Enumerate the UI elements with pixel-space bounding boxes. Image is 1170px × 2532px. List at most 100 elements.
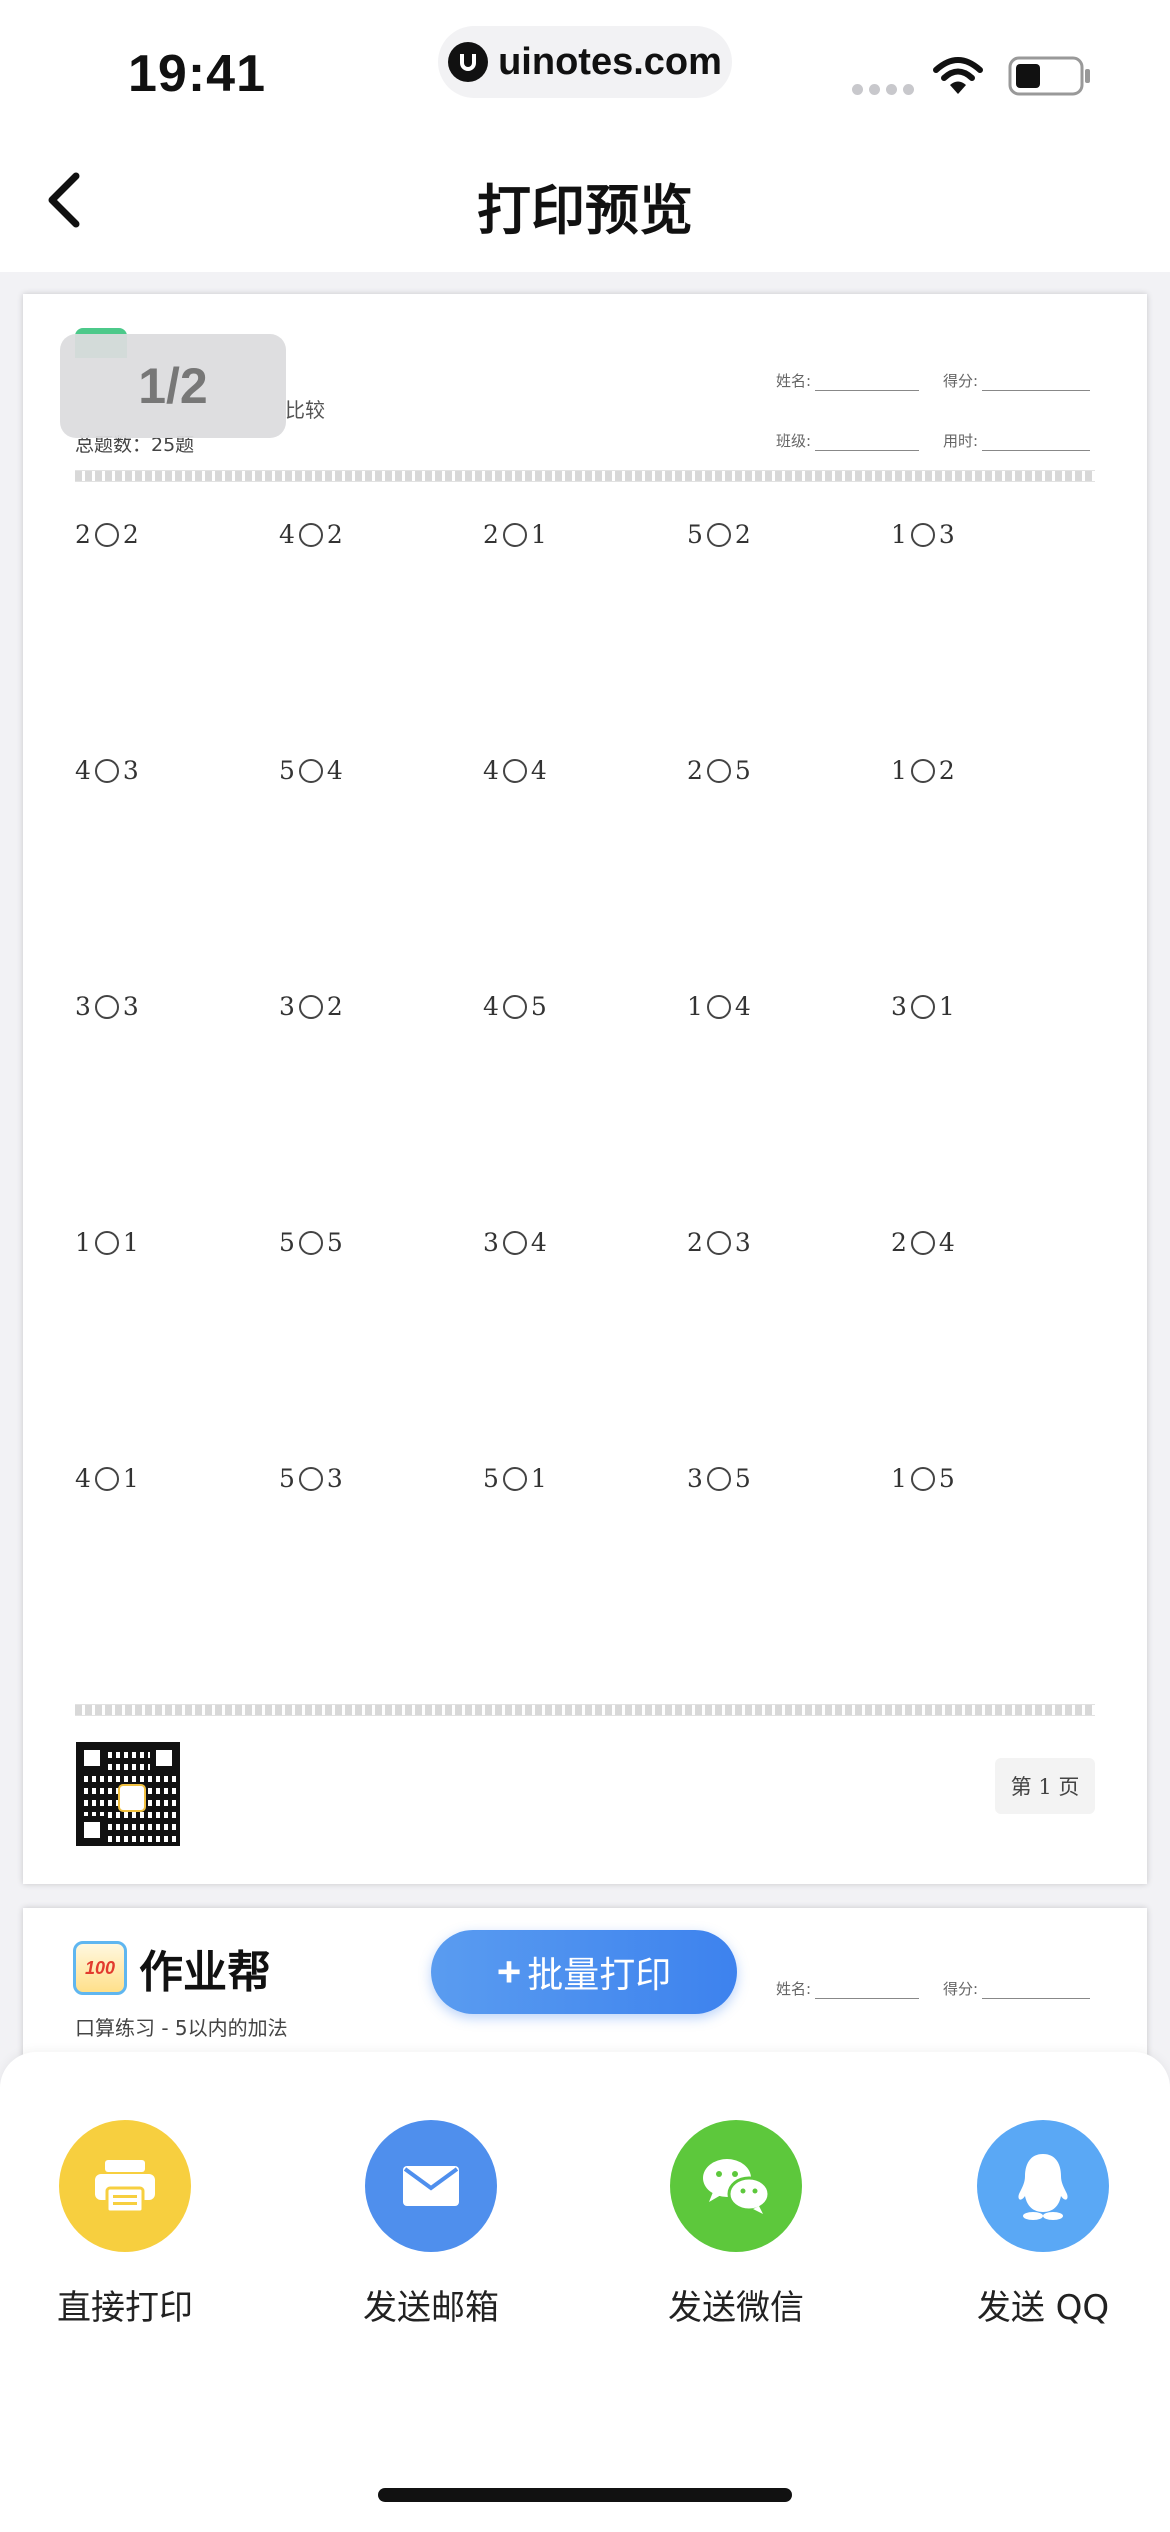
operand-left: 1 — [891, 756, 907, 785]
comparison-problem: 12 — [891, 756, 955, 785]
answer-circle — [94, 758, 119, 783]
sheet2-subtitle: 口算练习 - 5以内的加法 — [75, 2016, 288, 2040]
comparison-problem: 41 — [75, 1464, 139, 1493]
operand-right: 2 — [938, 756, 955, 785]
page-number: 第 1 页 — [995, 1758, 1095, 1814]
operand-left: 5 — [279, 1228, 295, 1257]
comparison-problem: 25 — [687, 756, 751, 785]
comparison-problem: 14 — [687, 992, 751, 1021]
operand-left: 3 — [483, 1228, 499, 1257]
operand-right: 5 — [734, 1464, 751, 1493]
answer-circle — [910, 1466, 935, 1491]
operand-left: 4 — [483, 756, 499, 785]
operand-right: 4 — [938, 1228, 955, 1257]
answer-circle — [502, 758, 527, 783]
comparison-problem: 44 — [483, 756, 547, 785]
operand-right: 3 — [122, 756, 139, 785]
share-label: 发送邮箱 — [363, 2288, 499, 2328]
sheet-subtitle: 比较 — [285, 398, 325, 422]
operand-right: 4 — [530, 1228, 547, 1257]
plus-icon: + — [496, 1948, 522, 1995]
comparison-problem: 34 — [483, 1228, 547, 1257]
printer-icon — [59, 2120, 191, 2252]
site-logo-icon — [448, 42, 489, 82]
operand-right: 4 — [530, 756, 547, 785]
comparison-problem: 53 — [279, 1464, 343, 1493]
share-label: 发送微信 — [668, 2288, 804, 2328]
answer-circle — [502, 994, 527, 1019]
comparison-problem: 55 — [279, 1228, 343, 1257]
answer-circle — [502, 1466, 527, 1491]
comparison-problem: 15 — [891, 1464, 955, 1493]
home-indicator[interactable] — [378, 2488, 792, 2502]
signal-icon — [852, 84, 914, 95]
qr-code — [76, 1742, 180, 1846]
operand-left: 3 — [279, 992, 295, 1021]
answer-circle — [706, 522, 731, 547]
operand-right: 2 — [122, 520, 139, 549]
answer-circle — [502, 1230, 527, 1255]
wechat-icon — [670, 2120, 802, 2252]
operand-left: 2 — [687, 756, 703, 785]
brand-logo-icon: 100 — [73, 1941, 127, 1995]
answer-circle — [94, 994, 119, 1019]
operand-right: 4 — [734, 992, 751, 1021]
share-qq[interactable]: 发送 QQ — [933, 2120, 1153, 2329]
share-direct-print[interactable]: 直接打印 — [15, 2120, 235, 2329]
operand-left: 2 — [687, 1228, 703, 1257]
share-email[interactable]: 发送邮箱 — [321, 2120, 541, 2329]
operand-right: 2 — [734, 520, 751, 549]
url-pill[interactable]: uinotes.com — [438, 26, 732, 98]
preview-page-1[interactable]: 比较 总题数：25题 姓名: 得分: 班级: 用时: 2242215213435… — [23, 294, 1147, 1884]
comparison-problem: 33 — [75, 992, 139, 1021]
answer-circle — [706, 1466, 731, 1491]
batch-print-label: 批量打印 — [527, 1955, 672, 1996]
comparison-problem: 31 — [891, 992, 955, 1021]
answer-circle — [706, 994, 731, 1019]
operand-left: 2 — [483, 520, 499, 549]
operand-right: 1 — [122, 1228, 139, 1257]
share-wechat[interactable]: 发送微信 — [626, 2120, 846, 2329]
comparison-problem: 45 — [483, 992, 547, 1021]
operand-right: 3 — [734, 1228, 751, 1257]
answer-circle — [94, 522, 119, 547]
share-sheet: 直接打印 发送邮箱 发送微信 发送 QQ — [0, 2052, 1170, 2532]
sheet2-name-field: 姓名: — [776, 1978, 920, 1999]
batch-print-button[interactable]: + 批量打印 — [431, 1930, 737, 2014]
time-field: 用时: — [943, 430, 1091, 451]
operand-right: 2 — [326, 992, 343, 1021]
operand-left: 2 — [75, 520, 91, 549]
operand-left: 1 — [75, 1228, 91, 1257]
answer-circle — [298, 1230, 323, 1255]
comparison-problem: 11 — [75, 1228, 139, 1257]
page-title: 打印预览 — [477, 179, 693, 242]
comparison-problem: 22 — [75, 520, 139, 549]
qq-icon — [977, 2120, 1109, 2252]
operand-right: 1 — [530, 520, 547, 549]
operand-right: 1 — [530, 1464, 547, 1493]
comparison-problem: 35 — [687, 1464, 751, 1493]
comparison-problem: 24 — [891, 1228, 955, 1257]
answer-circle — [910, 758, 935, 783]
answer-circle — [94, 1466, 119, 1491]
url-text: uinotes.com — [498, 40, 722, 83]
comparison-problem: 42 — [279, 520, 343, 549]
comparison-problem: 43 — [75, 756, 139, 785]
status-time: 19:41 — [128, 45, 266, 103]
operand-left: 2 — [891, 1228, 907, 1257]
operand-left: 4 — [279, 520, 295, 549]
comparison-problem: 52 — [687, 520, 751, 549]
operand-right: 1 — [122, 1464, 139, 1493]
page-indicator: 1/2 — [60, 334, 286, 438]
class-field: 班级: — [776, 430, 920, 451]
mail-icon — [365, 2120, 497, 2252]
operand-right: 5 — [530, 992, 547, 1021]
comparison-problem: 51 — [483, 1464, 547, 1493]
answer-circle — [910, 994, 935, 1019]
answer-circle — [502, 522, 527, 547]
comparison-problem: 21 — [483, 520, 547, 549]
operand-right: 1 — [938, 992, 955, 1021]
operand-left: 5 — [279, 756, 295, 785]
answer-circle — [706, 1230, 731, 1255]
share-label: 发送 QQ — [976, 2288, 1110, 2328]
